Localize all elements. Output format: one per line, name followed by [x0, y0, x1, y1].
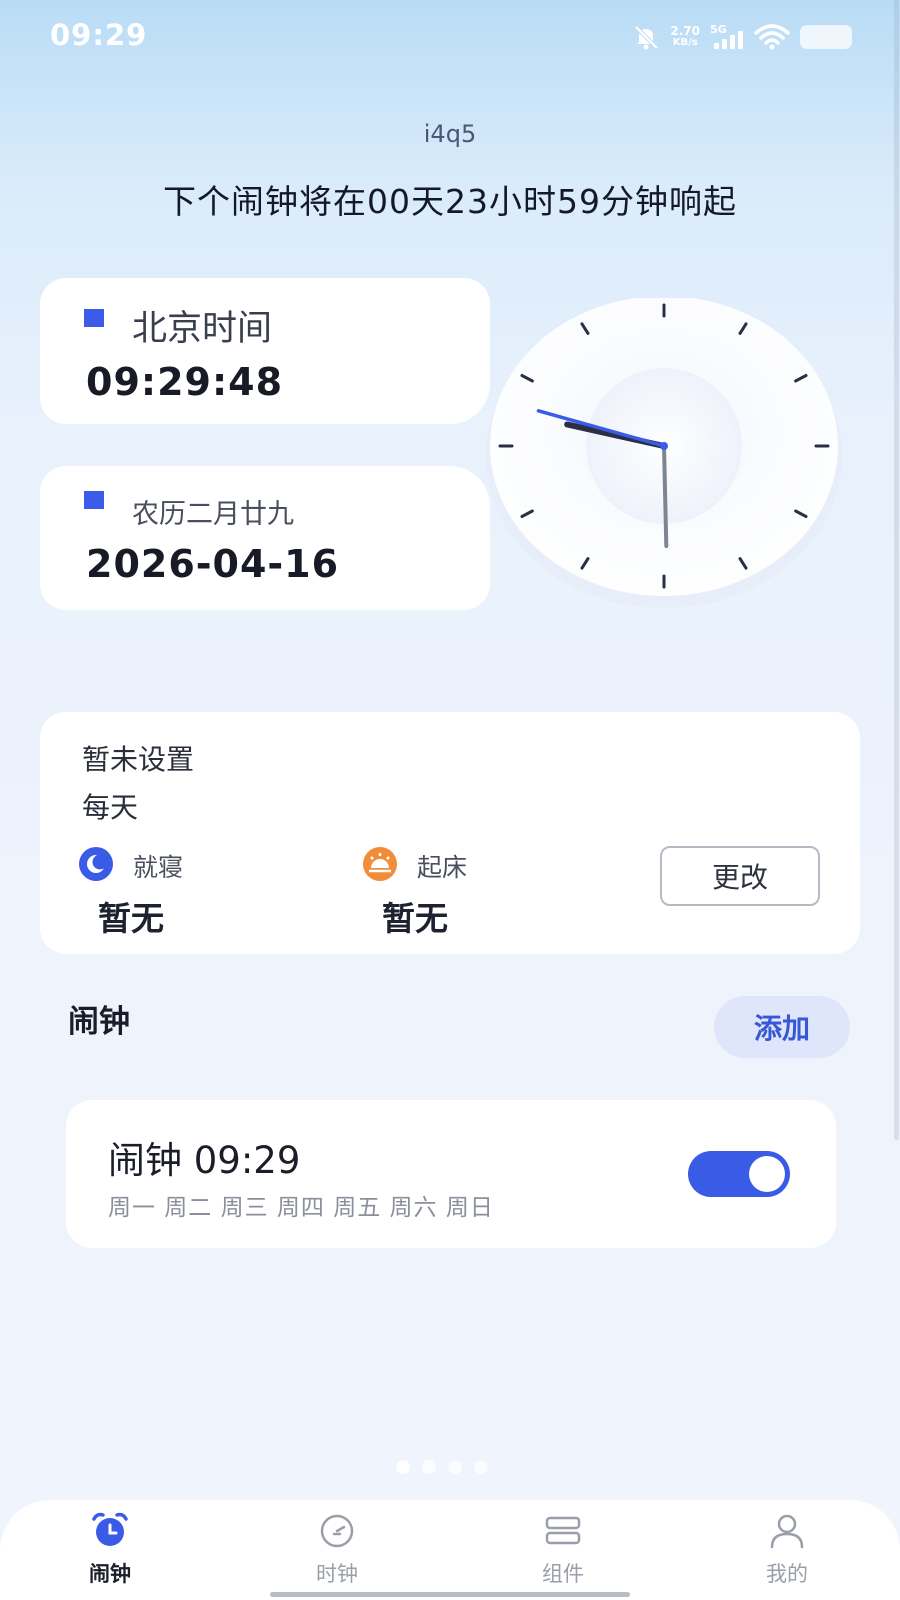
current-date: 2026-04-16	[86, 542, 340, 586]
nav-label: 闹钟	[89, 1562, 131, 1586]
nav-label: 组件	[542, 1562, 584, 1586]
bottom-nav: 闹钟 时钟 组件 我的	[0, 1500, 900, 1600]
nav-tab-widgets[interactable]: 组件	[503, 1500, 623, 1600]
sunrise-icon	[363, 847, 397, 881]
toggle-knob	[749, 1156, 785, 1192]
alarm-clock-icon	[92, 1512, 128, 1546]
schedule-status: 暂未设置	[82, 743, 195, 776]
bullet-square	[84, 491, 104, 509]
wifi-icon	[754, 24, 790, 50]
alarm-enable-toggle[interactable]	[688, 1151, 790, 1197]
moon-icon	[79, 847, 113, 881]
analog-clock	[486, 298, 842, 608]
profile-icon	[770, 1514, 804, 1549]
bedtime-value: 暂无	[98, 899, 164, 938]
alarm-repeat-days: 周一 周二 周三 周四 周五 周六 周日	[108, 1195, 494, 1221]
lunar-date: 农历二月廿九	[132, 499, 294, 530]
battery-icon	[800, 25, 852, 49]
app-id: i4q5	[423, 120, 477, 148]
home-indicator[interactable]	[270, 1592, 630, 1597]
alarms-section-title: 闹钟	[68, 1004, 130, 1040]
page-dot	[448, 1460, 462, 1474]
alarm-item[interactable]: 闹钟 09:29 周一 周二 周三 周四 周五 周六 周日	[66, 1100, 836, 1248]
minute-hand	[662, 444, 669, 548]
signal-icon: 5G	[710, 23, 744, 51]
next-alarm-countdown: 下个闹钟将在00天23小时59分钟响起	[163, 182, 737, 221]
schedule-repeat: 每天	[82, 791, 139, 824]
page-dot	[422, 1460, 436, 1474]
date-card: 农历二月廿九 2026-04-16	[40, 466, 490, 610]
sleep-schedule-card[interactable]: 暂未设置 每天 就寝 暂无 起床 暂无 更改	[40, 712, 860, 954]
current-time: 09:29:48	[86, 360, 284, 404]
status-time: 09:29	[50, 18, 148, 52]
net-speed-unit: KB/s	[672, 37, 698, 48]
net-speed: 2.70 KB/s	[670, 25, 700, 49]
time-zone-label: 北京时间	[132, 309, 273, 349]
bullet-square	[84, 309, 104, 327]
nav-label: 时钟	[316, 1562, 358, 1586]
net-speed-value: 2.70	[670, 24, 700, 38]
beijing-time-card: 北京时间 09:29:48	[40, 278, 490, 424]
page-indicator	[396, 1460, 488, 1474]
add-alarm-button[interactable]: 添加	[714, 996, 850, 1058]
wake-value: 暂无	[382, 899, 448, 938]
mute-bell-icon	[634, 25, 659, 50]
nav-tab-alarm[interactable]: 闹钟	[50, 1500, 170, 1600]
page-dot	[474, 1460, 488, 1474]
nav-tab-profile[interactable]: 我的	[727, 1500, 847, 1600]
scrollbar[interactable]	[894, 0, 899, 1140]
status-bar: 09:29 2.70 KB/s 5G	[0, 0, 900, 72]
page-dot	[396, 1460, 410, 1474]
change-schedule-button[interactable]: 更改	[660, 846, 820, 906]
nav-label: 我的	[766, 1562, 808, 1586]
status-icons: 2.70 KB/s 5G	[632, 22, 852, 52]
wake-label: 起床	[417, 853, 468, 882]
clock-icon	[320, 1514, 354, 1548]
nav-tab-clock[interactable]: 时钟	[277, 1500, 397, 1600]
widgets-icon	[545, 1516, 581, 1545]
bedtime-label: 就寝	[133, 853, 184, 882]
alarm-title: 闹钟 09:29	[108, 1139, 301, 1182]
